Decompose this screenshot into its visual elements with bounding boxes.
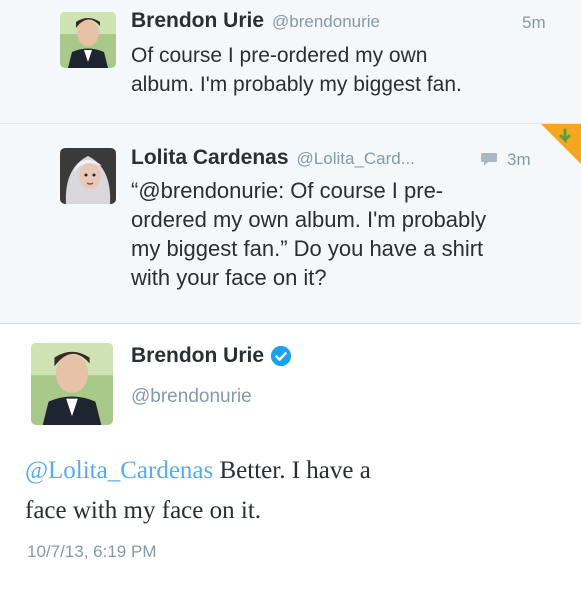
tweet-text-fragment: Better. I have a bbox=[213, 457, 371, 484]
author-name[interactable]: Brendon Urie bbox=[131, 344, 264, 368]
tweet-text: Of course I pre-ordered my own album. I'… bbox=[131, 41, 462, 99]
corner-flag-icon bbox=[541, 124, 581, 164]
author-name[interactable]: Brendon Urie bbox=[131, 9, 264, 33]
mention-link[interactable]: @Lolita_Cardenas bbox=[25, 457, 213, 484]
tweet-time: 3m bbox=[507, 150, 531, 169]
avatar[interactable] bbox=[31, 343, 113, 425]
tweet-time: 5m bbox=[522, 13, 546, 32]
tweet-text-line: Of course I pre-ordered my own bbox=[131, 44, 428, 67]
tweet-text-line: @Lolita_Cardenas Better. I have a bbox=[25, 451, 565, 491]
tweet-text-line: album. I'm probably my biggest fan. bbox=[131, 73, 462, 96]
tweet-text: @Lolita_Cardenas Better. I have a face w… bbox=[25, 451, 565, 531]
author-handle[interactable]: @brendonurie bbox=[272, 12, 380, 32]
tweet-text-line: face with my face on it. bbox=[25, 497, 262, 524]
tweet-brendon-urie[interactable]: Brendon Urie @brendonurie 5m Of course I… bbox=[0, 0, 581, 124]
tweet-text-line: “@brendonurie: Of course I pre- bbox=[131, 178, 444, 203]
author-name[interactable]: Lolita Cardenas bbox=[131, 146, 289, 170]
tweet-text-line: with your face on it? bbox=[131, 265, 327, 290]
author-handle[interactable]: @brendonurie bbox=[131, 386, 252, 408]
tweet-lolita-cardenas[interactable]: Lolita Cardenas @Lolita_Card... 3m “@bre… bbox=[0, 124, 581, 324]
tweet-detail: Brendon Urie @brendonurie @Lolita_Carden… bbox=[0, 324, 581, 600]
avatar[interactable] bbox=[60, 148, 116, 204]
author-handle[interactable]: @Lolita_Card... bbox=[297, 149, 415, 169]
tweet-text-line: my biggest fan.” Do you have a shirt bbox=[131, 236, 484, 261]
avatar[interactable] bbox=[60, 12, 116, 68]
reply-icon[interactable] bbox=[480, 152, 498, 167]
verified-icon bbox=[270, 345, 292, 367]
tweet-text-line: ordered my own album. I'm probably bbox=[131, 207, 487, 232]
tweet-text: “@brendonurie: Of course I pre- ordered … bbox=[131, 176, 486, 292]
tweet-timestamp[interactable]: 10/7/13, 6:19 PM bbox=[27, 542, 156, 562]
